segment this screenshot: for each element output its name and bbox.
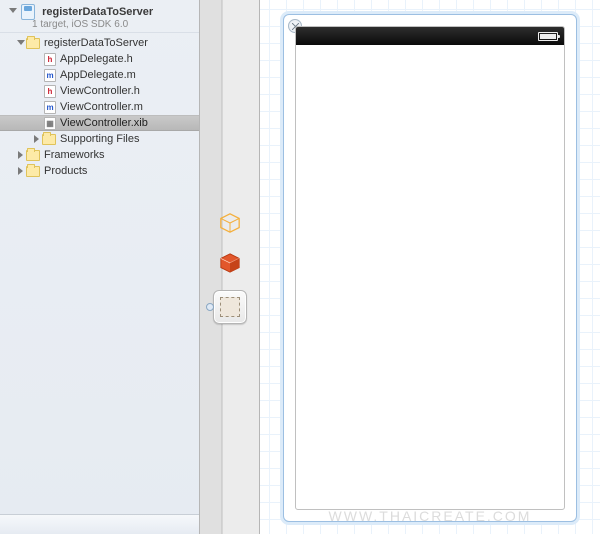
- header-file-icon: h: [44, 85, 56, 98]
- impl-file-icon: m: [44, 69, 56, 82]
- folder-icon: [26, 38, 40, 49]
- group-registerdatatoserver[interactable]: registerDataToServer: [0, 35, 199, 51]
- file-label: ViewController.xib: [60, 117, 148, 129]
- group-frameworks[interactable]: Frameworks: [0, 147, 199, 163]
- disclosure-triangle[interactable]: [34, 135, 39, 143]
- file-label: AppDelegate.h: [60, 53, 133, 65]
- project-subtitle: 1 target, iOS SDK 6.0: [32, 19, 193, 30]
- folder-icon: [42, 134, 56, 145]
- battery-icon: [538, 32, 558, 41]
- file-viewcontroller-m[interactable]: m ViewController.m: [0, 99, 199, 115]
- status-bar: [296, 27, 564, 45]
- disclosure-triangle[interactable]: [18, 151, 23, 159]
- disclosure-triangle[interactable]: [17, 40, 25, 45]
- project-title: registerDataToServer: [42, 6, 153, 18]
- device-frame[interactable]: [283, 14, 577, 522]
- file-appdelegate-m[interactable]: m AppDelegate.m: [0, 67, 199, 83]
- disclosure-triangle[interactable]: [18, 167, 23, 175]
- project-header[interactable]: registerDataToServer 1 target, iOS SDK 6…: [0, 0, 199, 33]
- file-tree: registerDataToServer h AppDelegate.h m A…: [0, 33, 199, 179]
- folder-icon: [26, 150, 40, 161]
- group-products[interactable]: Products: [0, 163, 199, 179]
- files-owner-icon[interactable]: [217, 210, 243, 236]
- disclosure-triangle[interactable]: [9, 8, 17, 13]
- file-appdelegate-h[interactable]: h AppDelegate.h: [0, 51, 199, 67]
- file-label: ViewController.h: [60, 85, 140, 97]
- xcode-window: registerDataToServer 1 target, iOS SDK 6…: [0, 0, 600, 534]
- file-label: AppDelegate.m: [60, 69, 136, 81]
- navigator-footer: [0, 514, 199, 534]
- project-navigator: registerDataToServer 1 target, iOS SDK 6…: [0, 0, 200, 534]
- first-responder-icon[interactable]: [217, 250, 243, 276]
- root-view-icon[interactable]: [213, 290, 247, 324]
- folder-icon: [26, 166, 40, 177]
- group-label: Products: [44, 165, 87, 177]
- root-view[interactable]: [295, 26, 565, 510]
- file-label: ViewController.m: [60, 101, 143, 113]
- group-supporting-files[interactable]: Supporting Files: [0, 131, 199, 147]
- header-file-icon: h: [44, 53, 56, 66]
- ib-canvas[interactable]: WWW.THAICREATE.COM: [260, 0, 600, 534]
- xcode-project-icon: [21, 4, 35, 20]
- ib-dock: [200, 0, 260, 534]
- file-viewcontroller-xib[interactable]: ▦ ViewController.xib: [0, 115, 199, 131]
- view-thumb-icon: [220, 297, 240, 317]
- group-label: Frameworks: [44, 149, 105, 161]
- selection-pin-icon: [206, 303, 214, 311]
- file-viewcontroller-h[interactable]: h ViewController.h: [0, 83, 199, 99]
- impl-file-icon: m: [44, 101, 56, 114]
- xib-file-icon: ▦: [44, 117, 56, 130]
- group-label: Supporting Files: [60, 133, 140, 145]
- group-label: registerDataToServer: [44, 37, 148, 49]
